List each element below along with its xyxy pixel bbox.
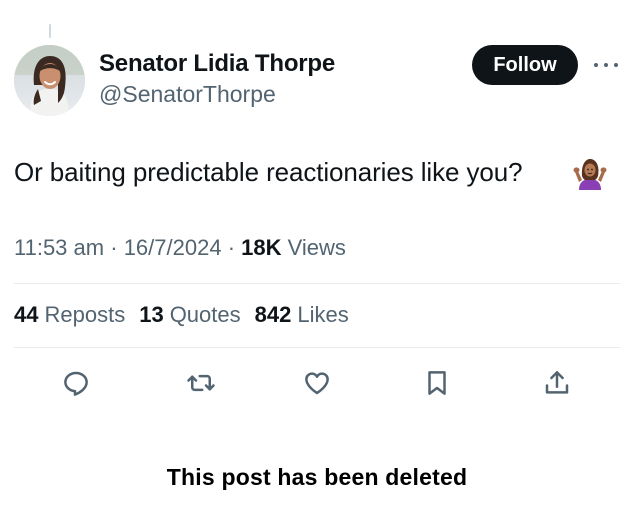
engagement-stats: 44 Reposts 13 Quotes 842 Likes xyxy=(14,302,349,328)
deleted-post-notice: This post has been deleted xyxy=(166,464,468,490)
like-button[interactable] xyxy=(300,366,334,400)
author-display-name[interactable]: Senator Lidia Thorpe xyxy=(99,50,335,78)
reposts-label: Reposts xyxy=(44,302,126,327)
heart-icon xyxy=(305,372,329,395)
repost-button[interactable] xyxy=(184,366,218,400)
share-button[interactable] xyxy=(540,366,574,400)
tweet-date[interactable]: 16/7/2024 xyxy=(124,235,222,260)
quotes-count: 13 xyxy=(139,302,164,327)
likes-stat[interactable]: 842 Likes xyxy=(255,302,349,328)
author-handle[interactable]: @SenatorThorpe xyxy=(99,81,276,108)
author-avatar[interactable] xyxy=(14,45,85,116)
likes-label: Likes xyxy=(297,302,349,327)
thread-connector-line xyxy=(49,24,51,38)
bookmark-icon xyxy=(428,371,446,395)
meta-separator: · xyxy=(110,235,118,260)
tweet-text: Or baiting predictable reactionaries lik… xyxy=(14,157,523,187)
person-shrugging-emoji xyxy=(573,156,607,192)
more-dot xyxy=(594,63,598,67)
follow-button[interactable]: Follow xyxy=(472,45,578,85)
reply-icon xyxy=(64,371,88,396)
divider-top xyxy=(14,283,620,284)
avatar-photo xyxy=(14,45,85,116)
more-options-icon[interactable] xyxy=(594,57,618,73)
reposts-count: 44 xyxy=(14,302,39,327)
more-dot xyxy=(614,63,618,67)
likes-count: 842 xyxy=(254,302,292,327)
more-dot xyxy=(604,63,608,67)
views-count: 18K xyxy=(241,235,282,260)
quotes-stat[interactable]: 13 Quotes xyxy=(139,302,240,328)
share-icon xyxy=(545,371,569,394)
repost-icon xyxy=(187,374,215,392)
tweet-meta: 11:53 am · 16/7/2024 · 18K Views xyxy=(14,235,346,261)
reply-button[interactable] xyxy=(59,366,93,400)
divider-bottom xyxy=(14,347,620,348)
tweet-time[interactable]: 11:53 am xyxy=(14,235,104,260)
meta-separator: · xyxy=(227,235,236,260)
reposts-stat[interactable]: 44 Reposts xyxy=(14,302,125,328)
quotes-label: Quotes xyxy=(169,302,241,327)
bookmark-button[interactable] xyxy=(420,366,454,400)
views-label: Views xyxy=(287,235,346,260)
